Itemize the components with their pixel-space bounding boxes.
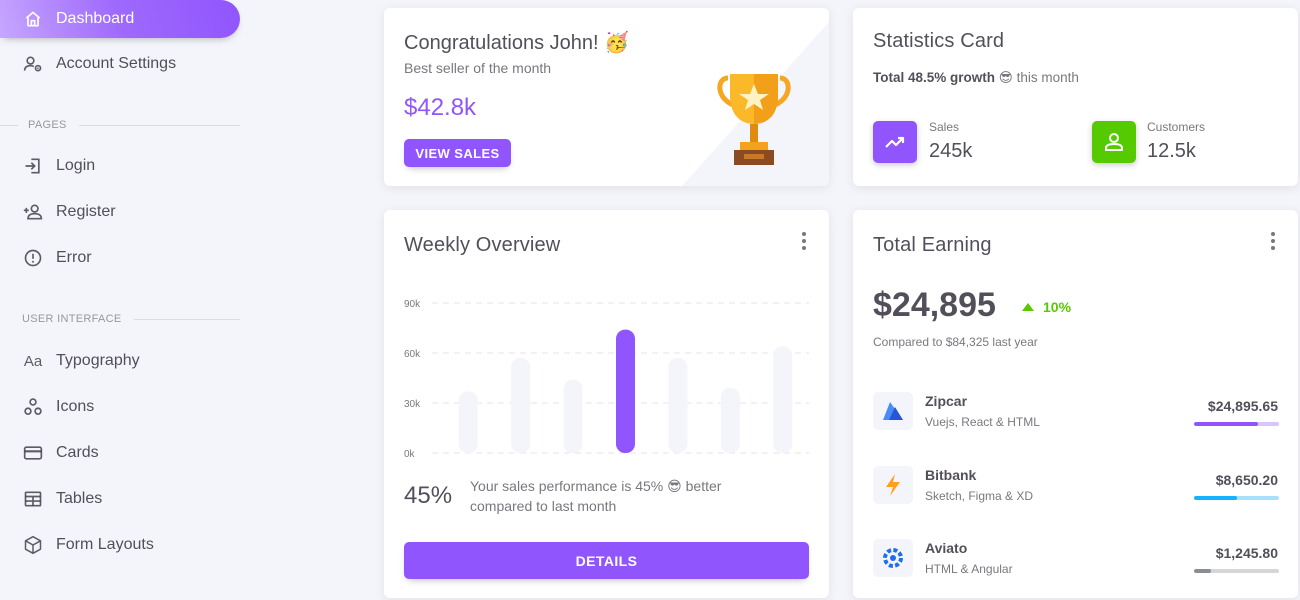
sidebar: Dashboard Account Settings PAGES Login R… (0, 0, 260, 600)
earning-item-progress-fill (1194, 569, 1211, 573)
sidebar-item-label: Form Layouts (56, 536, 154, 553)
chart-bar (458, 391, 478, 453)
chart-y-tick-label: 0k (404, 449, 416, 460)
earning-compare-text: Compared to $84,325 last year (873, 335, 1038, 349)
sidebar-item-icons[interactable]: Icons (0, 388, 240, 426)
sidebar-item-cards[interactable]: Cards (0, 434, 240, 472)
earning-item-subtitle: HTML & Angular (925, 562, 1013, 576)
chart-bar (773, 346, 793, 453)
account-cog-icon (22, 53, 44, 75)
chart-bar (720, 388, 740, 453)
sidebar-item-label: Dashboard (56, 10, 135, 27)
alert-circle-icon (22, 247, 44, 269)
google-circles-icon (22, 396, 44, 418)
earning-item-progress-fill (1194, 422, 1258, 426)
congrats-subtitle: Best seller of the month (404, 60, 552, 76)
total-earning-title: Total Earning (873, 234, 992, 256)
customers-value: 12.5k (1147, 140, 1196, 162)
sales-label: Sales (929, 120, 960, 134)
congratulations-card: Congratulations John! 🥳 Best seller of t… (384, 8, 829, 186)
format-letter-case-icon: Aa (23, 352, 43, 370)
sidebar-item-label: Account Settings (56, 55, 177, 72)
earning-item-amount: $24,895.65 (1207, 398, 1278, 414)
earning-item-progress (1194, 422, 1279, 426)
earning-item-amount: $8,650.20 (1215, 472, 1278, 488)
chart-bar (563, 379, 583, 453)
weekly-more-options-icon[interactable] (794, 231, 814, 251)
earning-item-subtitle: Sketch, Figma & XD (925, 489, 1034, 503)
chart-y-tick-label: 30k (404, 399, 421, 410)
trending-up-icon (885, 136, 905, 148)
customers-stat-tile (1092, 121, 1136, 163)
zipcar-logo-icon (873, 392, 913, 430)
chart-bar (668, 358, 688, 453)
congrats-title: Congratulations John! 🥳 (404, 32, 630, 54)
arrow-up-icon (1022, 303, 1034, 311)
account-outline-icon (1105, 133, 1123, 151)
sidebar-item-login[interactable]: Login (0, 147, 240, 185)
earning-item-name: Aviato (925, 540, 968, 556)
sidebar-item-label: Cards (56, 444, 99, 461)
earning-item-name: Bitbank (925, 467, 977, 483)
weekly-overview-card: Weekly Overview 0k 30k 60k 90k 45% Your sal… (384, 210, 829, 598)
sidebar-item-typography[interactable]: Aa Typography (0, 342, 240, 380)
sidebar-item-register[interactable]: Register (0, 193, 240, 231)
login-icon (22, 155, 44, 177)
cube-outline-icon (22, 534, 44, 556)
weekly-bar-chart: 0k 30k 60k 90k (404, 299, 809, 460)
sidebar-item-tables[interactable]: Tables (0, 480, 240, 518)
statistics-card: Statistics Card Total 48.5% growth 😎 thi… (853, 8, 1298, 186)
aviato-logo-icon (873, 539, 913, 577)
earning-item-subtitle: Vuejs, React & HTML (925, 415, 1040, 429)
home-icon (22, 8, 44, 30)
sidebar-item-label: Register (56, 203, 116, 220)
earning-change-badge: 10% (1021, 299, 1071, 315)
total-earning-amount: $24,895 (873, 286, 996, 324)
congrats-amount: $42.8k (404, 94, 477, 121)
sidebar-item-account-settings[interactable]: Account Settings (0, 45, 240, 83)
chart-bar-highlighted (616, 329, 635, 453)
earning-item-progress-fill (1194, 496, 1237, 500)
customers-label: Customers (1147, 120, 1206, 134)
sidebar-item-label: Login (56, 157, 96, 174)
sidebar-item-label: Error (56, 249, 92, 266)
table-icon (22, 488, 44, 510)
view-sales-button[interactable]: VIEW SALES (404, 139, 511, 167)
chart-y-tick-label: 90k (404, 299, 421, 310)
chart-bar (511, 358, 531, 453)
sidebar-item-error[interactable]: Error (0, 239, 240, 277)
details-button[interactable]: DETAILS (404, 542, 809, 579)
earning-more-options-icon[interactable] (1263, 231, 1283, 251)
sidebar-item-form-layouts[interactable]: Form Layouts (0, 526, 240, 564)
chart-y-tick-label: 60k (404, 349, 421, 360)
statistics-title: Statistics Card (873, 30, 1005, 52)
weekly-percent: 45% (404, 482, 453, 509)
statistics-growth: Total 48.5% growth 😎 this month (873, 70, 1079, 85)
earning-item-name: Zipcar (925, 393, 968, 409)
weekly-performance-text: Your sales performance is 45% 😎 better c… (470, 478, 722, 514)
sidebar-item-label: Typography (56, 352, 140, 369)
sidebar-item-label: Tables (56, 490, 103, 507)
sidebar-item-dashboard[interactable]: Dashboard (0, 0, 240, 38)
earning-item-progress (1194, 569, 1279, 573)
bitbank-logo-icon (873, 466, 913, 504)
earning-item-amount: $1,245.80 (1215, 545, 1278, 561)
sales-value: 245k (929, 140, 973, 162)
weekly-overview-title: Weekly Overview (404, 234, 561, 256)
section-header-user-interface: USER INTERFACE (0, 312, 240, 326)
credit-card-icon (22, 442, 44, 464)
trophy-icon (717, 74, 791, 165)
sidebar-item-label: Icons (56, 398, 95, 415)
total-earning-card: Total Earning $24,895 10% Compared to $8… (853, 210, 1298, 598)
earning-item-progress (1194, 496, 1279, 500)
sales-stat-tile (873, 121, 917, 163)
account-plus-icon (22, 201, 44, 223)
section-header-pages: PAGES (0, 118, 240, 132)
